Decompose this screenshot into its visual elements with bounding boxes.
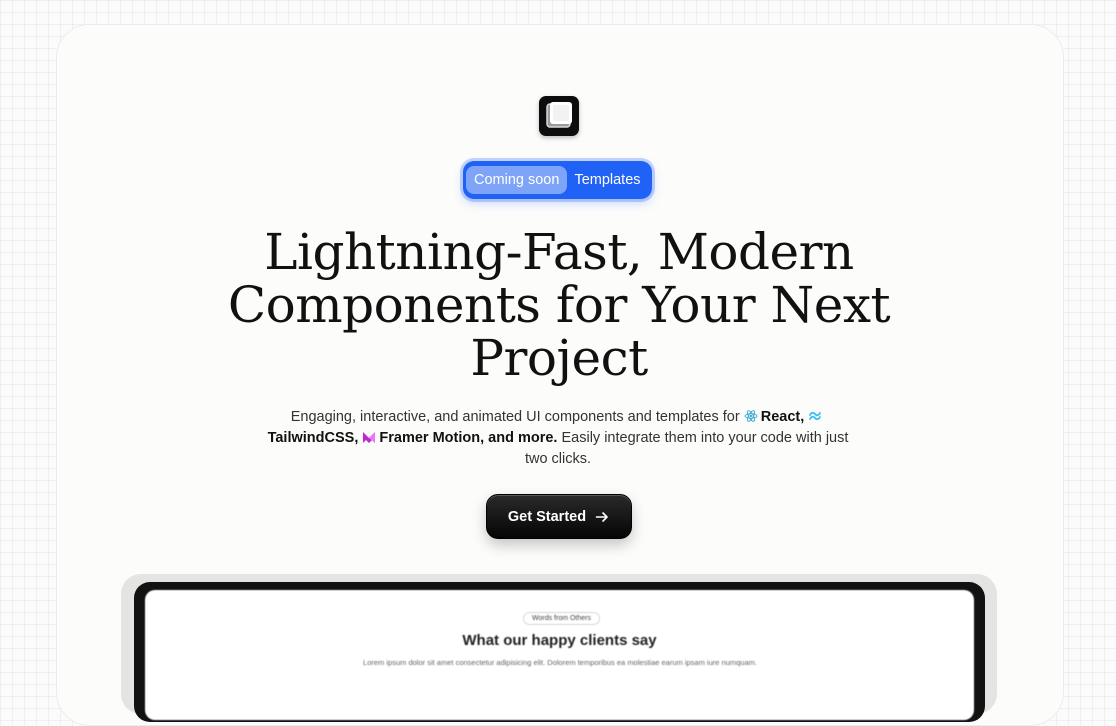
square-logo-icon[interactable]: [539, 96, 579, 136]
page-title: Lightning-Fast, Modern Components for Yo…: [227, 223, 891, 387]
react-label: React,: [760, 409, 805, 425]
template-preview-frame: Words from Others What our happy clients…: [121, 574, 997, 722]
framer-motion-icon: [362, 430, 376, 444]
react-icon: [744, 409, 758, 423]
templates-label: Templates: [574, 172, 641, 188]
preview-section-title: What our happy clients say: [462, 632, 657, 649]
hero-description: Engaging, interactive, and animated UI c…: [258, 407, 858, 470]
tailwind-icon: [808, 409, 822, 423]
preview-screen: Words from Others What our happy clients…: [145, 590, 974, 720]
get-started-button[interactable]: Get Started: [486, 494, 632, 539]
get-started-label: Get Started: [507, 508, 587, 525]
arrow-right-icon: [594, 509, 610, 525]
coming-soon-tag: Coming soon: [466, 166, 568, 194]
description-outro: Easily integrate them into your code wit…: [524, 430, 849, 467]
framer-motion-label: Framer Motion, and more.: [379, 430, 558, 446]
announcement-badge[interactable]: Coming soon Templates: [463, 161, 652, 199]
preview-section-body: Lorem ipsum dolor sit amet consectetur a…: [363, 658, 757, 667]
preview-bezel: Words from Others What our happy clients…: [134, 582, 985, 722]
preview-section-chip: Words from Others: [523, 612, 600, 625]
tailwind-label: TailwindCSS,: [267, 430, 359, 446]
description-intro: Engaging, interactive, and animated UI c…: [290, 409, 744, 425]
